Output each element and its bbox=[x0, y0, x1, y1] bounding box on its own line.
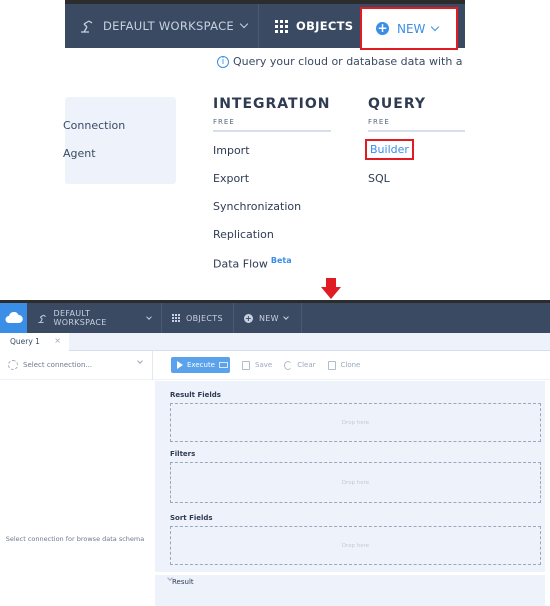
keyboard-icon bbox=[219, 362, 228, 368]
integration-heading: INTEGRATION bbox=[213, 96, 331, 112]
chevron-down-icon bbox=[239, 19, 249, 29]
menu-link-export[interactable]: Export bbox=[213, 172, 249, 185]
desk-lamp-icon bbox=[38, 314, 46, 323]
menu-link-replication[interactable]: Replication bbox=[213, 228, 274, 241]
integration-column: INTEGRATION FREE Import Export Synchroni… bbox=[213, 96, 331, 271]
info-icon: i bbox=[217, 55, 229, 68]
query-heading: QUERY bbox=[368, 96, 426, 112]
drop-hint: Drop here bbox=[341, 542, 370, 549]
integration-tier: FREE bbox=[213, 118, 331, 132]
objects-menu[interactable]: OBJECTS bbox=[162, 303, 234, 333]
clone-label: Clone bbox=[340, 361, 361, 369]
new-menu-button[interactable]: + NEW bbox=[360, 7, 458, 50]
save-label: Save bbox=[255, 361, 273, 369]
connection-placeholder: Select connection... bbox=[23, 361, 93, 369]
menu-link-synchronization[interactable]: Synchronization bbox=[213, 200, 301, 213]
objects-label: OBJECTS bbox=[186, 313, 223, 323]
sort-fields-dropzone[interactable]: Drop here bbox=[170, 526, 541, 565]
info-hint: i Query your cloud or database data with… bbox=[217, 55, 467, 68]
plus-circle-icon: + bbox=[376, 21, 389, 35]
query-tier: FREE bbox=[368, 118, 465, 132]
builder-area: Result Fields Drop here Filters Drop her… bbox=[155, 381, 545, 572]
chevron-down-icon bbox=[146, 314, 152, 320]
clear-icon bbox=[284, 360, 293, 370]
data-flow-label: Data Flow bbox=[213, 257, 268, 271]
new-menu-button[interactable]: + NEW bbox=[234, 303, 302, 333]
tab-query-1[interactable]: Query 1 × bbox=[0, 333, 69, 351]
drop-hint: Drop here bbox=[341, 419, 370, 426]
query-builder-app: DEFAULT WORKSPACE OBJECTS + NEW Query 1 … bbox=[0, 300, 550, 606]
drop-hint: Drop here bbox=[341, 479, 370, 486]
query-toolbar: Select connection... Execute Save Clear … bbox=[0, 350, 550, 380]
save-icon bbox=[242, 360, 250, 370]
workspace-label: DEFAULT WORKSPACE bbox=[53, 309, 107, 327]
chevron-down-icon bbox=[431, 22, 440, 31]
close-icon[interactable]: × bbox=[54, 336, 61, 345]
new-label: NEW bbox=[259, 313, 279, 323]
new-label: NEW bbox=[397, 21, 426, 36]
menu-link-data-flow[interactable]: Data Flow Beta bbox=[213, 256, 292, 271]
workspace-menu[interactable]: DEFAULT WORKSPACE bbox=[27, 303, 162, 333]
menu-item-agent[interactable]: Agent bbox=[63, 147, 96, 160]
execute-label: Execute bbox=[187, 361, 215, 369]
execute-button[interactable]: Execute bbox=[171, 357, 230, 373]
schema-empty-message: Select connection for browse data schema bbox=[5, 535, 145, 543]
result-label[interactable]: Result bbox=[172, 578, 194, 586]
chevron-down-icon bbox=[283, 314, 289, 320]
grid-icon bbox=[172, 314, 180, 322]
clone-icon bbox=[327, 360, 336, 370]
left-menu-card: Connection Agent bbox=[63, 97, 176, 184]
clear-label: Clear bbox=[297, 361, 316, 369]
beta-badge: Beta bbox=[270, 256, 292, 265]
filters-dropzone[interactable]: Drop here bbox=[170, 462, 541, 503]
cloud-logo-icon[interactable] bbox=[0, 303, 27, 333]
query-column: QUERY FREE Builder SQL bbox=[365, 96, 465, 185]
filters-label: Filters bbox=[170, 450, 196, 458]
schema-panel: Select connection for browse data schema bbox=[0, 381, 153, 606]
connection-select[interactable]: Select connection... bbox=[0, 350, 153, 380]
save-button[interactable]: Save bbox=[242, 360, 273, 370]
play-icon bbox=[177, 361, 183, 369]
desk-lamp-icon bbox=[81, 20, 93, 33]
connection-status-icon bbox=[8, 360, 18, 370]
menu-item-connection[interactable]: Connection bbox=[63, 119, 125, 132]
tab-label: Query 1 bbox=[10, 337, 40, 346]
workspace-menu[interactable]: DEFAULT WORKSPACE bbox=[65, 4, 259, 48]
menu-link-builder[interactable]: Builder bbox=[365, 139, 414, 160]
result-fields-label: Result Fields bbox=[170, 391, 221, 399]
workspace-label: DEFAULT WORKSPACE bbox=[103, 19, 234, 33]
result-fields-dropzone[interactable]: Drop here bbox=[170, 403, 541, 442]
objects-menu[interactable]: OBJECTS bbox=[259, 4, 359, 48]
info-text: Query your cloud or database data with a… bbox=[233, 55, 467, 68]
grid-icon bbox=[275, 19, 288, 33]
query-tabbar: Query 1 × bbox=[0, 333, 550, 351]
sort-fields-label: Sort Fields bbox=[170, 514, 213, 522]
app-navbar: DEFAULT WORKSPACE OBJECTS + NEW bbox=[0, 300, 550, 333]
menu-link-import[interactable]: Import bbox=[213, 144, 250, 157]
clear-button[interactable]: Clear bbox=[284, 360, 316, 370]
plus-circle-icon: + bbox=[244, 313, 253, 323]
objects-label: OBJECTS bbox=[296, 19, 354, 33]
clone-button[interactable]: Clone bbox=[327, 360, 361, 370]
menu-link-sql[interactable]: SQL bbox=[368, 172, 390, 185]
result-panel: Result bbox=[155, 575, 545, 606]
top-navbar: DEFAULT WORKSPACE OBJECTS + NEW bbox=[65, 0, 465, 50]
chevron-down-icon bbox=[137, 357, 143, 364]
